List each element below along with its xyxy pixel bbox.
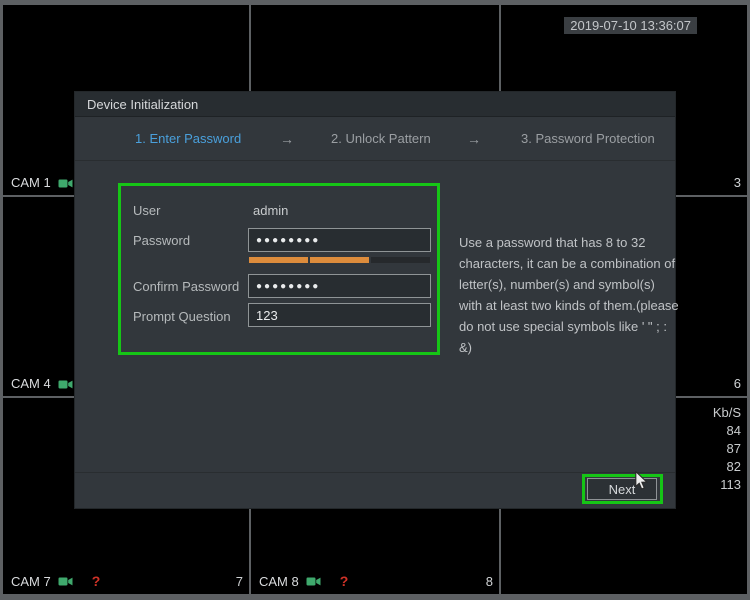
camera-name: CAM 8	[259, 573, 299, 589]
password-label: Password	[133, 233, 191, 248]
channel-number: 8	[485, 574, 493, 589]
bitrate-value: 113	[720, 477, 741, 492]
timestamp: 2019-07-10 13:36:07	[564, 17, 697, 34]
step-arrow-icon: →	[280, 131, 294, 147]
step-password-protection: 3. Password Protection	[521, 131, 655, 146]
prompt-question-input[interactable]	[248, 303, 431, 327]
camera-label: CAM 4	[11, 376, 73, 391]
steps-divider	[75, 160, 675, 161]
step-unlock-pattern: 2. Unlock Pattern	[331, 131, 431, 146]
channel-number: 7	[235, 574, 243, 589]
step-enter-password: 1. Enter Password	[135, 131, 242, 146]
prompt-question-label: Prompt Question	[133, 309, 231, 324]
wizard-steps: 1. Enter Password → 2. Unlock Pattern → …	[75, 131, 675, 149]
camera-name: CAM 1	[11, 175, 51, 190]
camera-icon	[58, 178, 73, 189]
camera-icon	[58, 379, 73, 390]
channel-number: 3	[733, 175, 741, 190]
password-strength-bar	[249, 257, 430, 263]
password-hint-text: Use a password that has 8 to 32 characte…	[459, 235, 679, 355]
question-mark-icon: ?	[91, 573, 101, 589]
bitrate-value: 82	[726, 459, 741, 474]
camera-label: CAM 1	[11, 175, 73, 190]
camera-label: CAM 7 ?	[11, 573, 100, 589]
confirm-password-input[interactable]	[248, 274, 431, 298]
password-input[interactable]	[248, 228, 431, 252]
user-label: User	[133, 203, 161, 218]
user-value: admin	[253, 203, 289, 218]
nvr-screen: CAM 1 2019-07-10 13:36:07 3 CAM 4 6 CAM …	[0, 0, 750, 600]
camera-name: CAM 7	[11, 573, 51, 589]
confirm-password-label: Confirm Password	[133, 279, 240, 294]
next-button[interactable]: Next	[587, 478, 657, 500]
dialog-title: Device Initialization	[75, 92, 675, 117]
channel-number: 6	[733, 376, 741, 391]
strength-segment	[249, 257, 308, 263]
camera-label: CAM 8 ?	[259, 573, 348, 589]
camera-icon	[306, 576, 321, 587]
step-arrow-icon: →	[467, 131, 481, 147]
footer-divider	[75, 472, 675, 473]
question-mark-icon: ?	[339, 573, 349, 589]
camera-icon	[58, 576, 73, 587]
strength-segment	[310, 257, 369, 263]
device-initialization-dialog: Device Initialization 1. Enter Password …	[75, 92, 679, 508]
bitrate-header: Kb/S	[712, 405, 741, 420]
bitrate-value: 87	[726, 441, 741, 456]
camera-name: CAM 4	[11, 376, 51, 391]
strength-segment	[371, 257, 430, 263]
bitrate-panel: Kb/S 84 87 82 113	[713, 404, 741, 494]
bitrate-value: 84	[726, 423, 741, 438]
